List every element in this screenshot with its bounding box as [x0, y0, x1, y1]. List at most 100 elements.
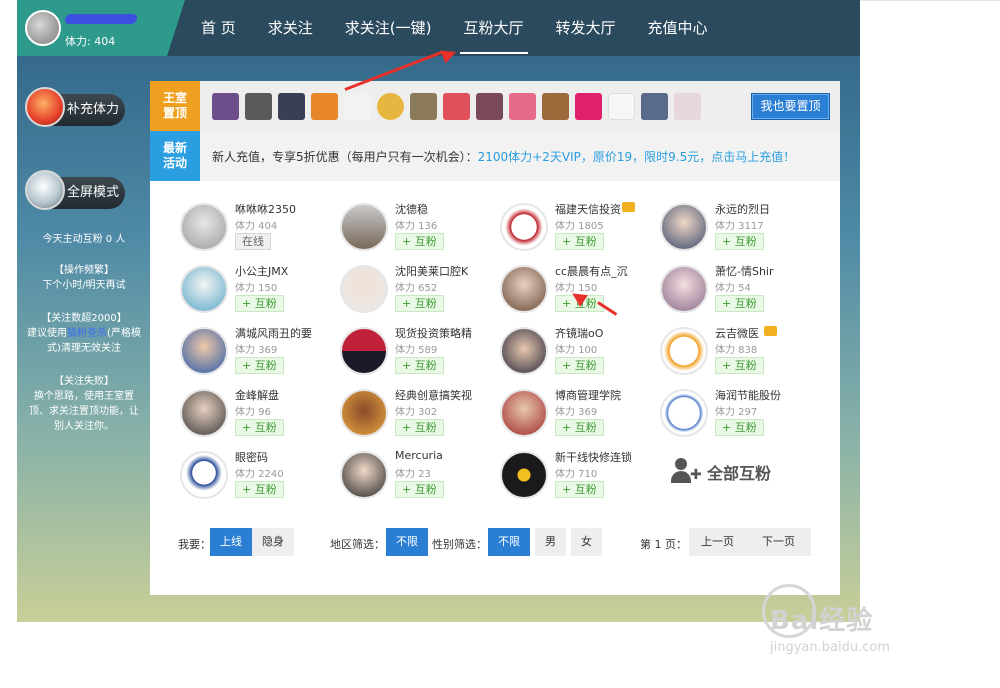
- app-window: 体力: 404 首 页 求关注 求关注(一键) 互粉大厅 转发大厅 充值中心 补…: [17, 0, 860, 622]
- online-status-button[interactable]: 在线: [235, 233, 271, 250]
- add-fan-button[interactable]: + 互粉: [395, 481, 444, 498]
- pinned-avatar[interactable]: [410, 93, 437, 120]
- user-avatar[interactable]: [340, 327, 388, 375]
- gender-any-button[interactable]: 不限: [488, 528, 530, 556]
- add-fan-button[interactable]: + 互粉: [555, 233, 604, 250]
- gender-female-button[interactable]: 女: [571, 528, 602, 556]
- user-name[interactable]: 沈德稳: [395, 201, 428, 217]
- user-name[interactable]: 现货投资策略精: [395, 325, 472, 341]
- pinned-avatar[interactable]: [245, 93, 272, 120]
- pinned-avatar[interactable]: [476, 93, 503, 120]
- pinned-avatar[interactable]: [542, 93, 569, 120]
- pinned-avatar[interactable]: [509, 93, 536, 120]
- add-fan-button[interactable]: + 互粉: [235, 481, 284, 498]
- add-fan-button[interactable]: + 互粉: [235, 419, 284, 436]
- user-avatar[interactable]: [180, 327, 228, 375]
- user-avatar[interactable]: [660, 389, 708, 437]
- region-any-button[interactable]: 不限: [386, 528, 428, 556]
- add-fan-button[interactable]: + 互粉: [395, 419, 444, 436]
- add-fan-button[interactable]: + 互粉: [555, 419, 604, 436]
- user-avatar[interactable]: [180, 265, 228, 313]
- pinned-avatar[interactable]: [443, 93, 470, 120]
- user-avatar[interactable]: [340, 451, 388, 499]
- add-fan-button[interactable]: + 互粉: [235, 295, 284, 312]
- user-name[interactable]: 海润节能股份: [715, 387, 781, 403]
- gender-male-button[interactable]: 男: [535, 528, 566, 556]
- user-avatar[interactable]: [660, 327, 708, 375]
- user-name[interactable]: 永远的烈日: [715, 201, 770, 217]
- add-fan-button[interactable]: + 互粉: [715, 419, 764, 436]
- user-avatar[interactable]: [340, 265, 388, 313]
- pinned-avatar[interactable]: [212, 93, 239, 120]
- user-name[interactable]: 咻咻咻2350: [235, 201, 296, 217]
- user-avatar[interactable]: [340, 389, 388, 437]
- go-online-button[interactable]: 上线: [210, 528, 252, 556]
- user-name[interactable]: 满城风雨丑的要: [235, 325, 312, 341]
- user-card: 现货投资策略精 体力 589 + 互粉: [340, 325, 500, 385]
- add-fan-button[interactable]: + 互粉: [715, 233, 764, 250]
- user-avatar[interactable]: [25, 10, 61, 46]
- add-fan-button[interactable]: + 互粉: [715, 295, 764, 312]
- user-name[interactable]: Mercuria: [395, 449, 443, 462]
- add-fan-button[interactable]: + 互粉: [235, 357, 284, 374]
- add-fan-button[interactable]: + 互粉: [555, 481, 604, 498]
- user-name[interactable]: 云吉微医: [715, 325, 759, 341]
- user-name[interactable]: 沈阳美莱口腔K: [395, 263, 468, 279]
- nav-home[interactable]: 首 页: [185, 0, 252, 56]
- user-avatar[interactable]: [180, 451, 228, 499]
- user-avatar[interactable]: [500, 327, 548, 375]
- pinned-avatar[interactable]: [608, 93, 635, 120]
- add-fan-button[interactable]: + 互粉: [395, 357, 444, 374]
- pinned-avatar[interactable]: [641, 93, 668, 120]
- pinned-avatar[interactable]: [377, 93, 404, 120]
- prev-page-button[interactable]: 上一页: [689, 528, 746, 556]
- user-name[interactable]: 眼密码: [235, 449, 268, 465]
- nav-seek-follow[interactable]: 求关注: [252, 0, 329, 56]
- pinned-avatar[interactable]: [575, 93, 602, 120]
- profile-box[interactable]: 体力: 404: [17, 0, 167, 56]
- add-fan-button[interactable]: + 互粉: [555, 357, 604, 374]
- user-name[interactable]: 金峰解盘: [235, 387, 279, 403]
- pinned-avatar[interactable]: [311, 93, 338, 120]
- user-avatar[interactable]: [500, 389, 548, 437]
- nav-recharge-center[interactable]: 充值中心: [632, 0, 724, 56]
- user-name[interactable]: 齐镜瑞oO: [555, 325, 603, 341]
- user-avatar[interactable]: [500, 265, 548, 313]
- nav-mutual-fans-hall[interactable]: 互粉大厅: [448, 0, 540, 56]
- pinned-avatar[interactable]: [674, 93, 701, 120]
- pin-me-button[interactable]: 我也要置顶: [751, 93, 830, 120]
- user-card: 福建天信投资 体力 1805 + 互粉: [500, 201, 660, 261]
- user-avatar[interactable]: [180, 203, 228, 251]
- user-name[interactable]: 博商管理学院: [555, 387, 621, 403]
- pinned-avatar[interactable]: [278, 93, 305, 120]
- refill-stamina-button[interactable]: 补充体力: [25, 87, 125, 127]
- add-fan-button[interactable]: + 互粉: [395, 295, 444, 312]
- recharge-offer-link[interactable]: 2100体力+2天VIP，原价19，限时9.5元，点击马上充值！: [478, 150, 796, 164]
- user-card: 萧忆-情Shir 体力 54 + 互粉: [660, 263, 820, 323]
- nav-seek-follow-oneclick[interactable]: 求关注(一键): [329, 0, 448, 56]
- user-name[interactable]: 福建天信投资: [555, 201, 621, 217]
- user-name[interactable]: 经典创意搞笑视: [395, 387, 472, 403]
- fullscreen-button[interactable]: 全屏模式: [25, 170, 125, 210]
- user-avatar[interactable]: [660, 265, 708, 313]
- user-name[interactable]: 萧忆-情Shir: [715, 263, 774, 279]
- user-avatar[interactable]: [500, 203, 548, 251]
- user-avatar[interactable]: [500, 451, 548, 499]
- user-card: 博商管理学院 体力 369 + 互粉: [500, 387, 660, 447]
- user-name[interactable]: cc晨晨有点_沉: [555, 263, 628, 279]
- user-name[interactable]: 新干线快修连锁: [555, 449, 632, 465]
- add-fan-button[interactable]: + 互粉: [395, 233, 444, 250]
- user-avatar[interactable]: [340, 203, 388, 251]
- add-fan-button[interactable]: + 互粉: [715, 357, 764, 374]
- follow-all-button[interactable]: ✚ 全部互粉: [671, 457, 771, 487]
- fan-checker-link[interactable]: 猫粉查杀: [67, 328, 107, 339]
- go-hidden-button[interactable]: 隐身: [252, 528, 294, 556]
- user-stamina: 体力 589: [395, 345, 438, 356]
- user-name[interactable]: 小公主JMX: [235, 263, 288, 279]
- next-page-button[interactable]: 下一页: [746, 528, 811, 556]
- nav-repost-hall[interactable]: 转发大厅: [540, 0, 632, 56]
- user-avatar[interactable]: [180, 389, 228, 437]
- pinned-avatar[interactable]: [344, 93, 371, 120]
- user-avatar[interactable]: [660, 203, 708, 251]
- user-stamina: 体力 369: [555, 407, 598, 418]
